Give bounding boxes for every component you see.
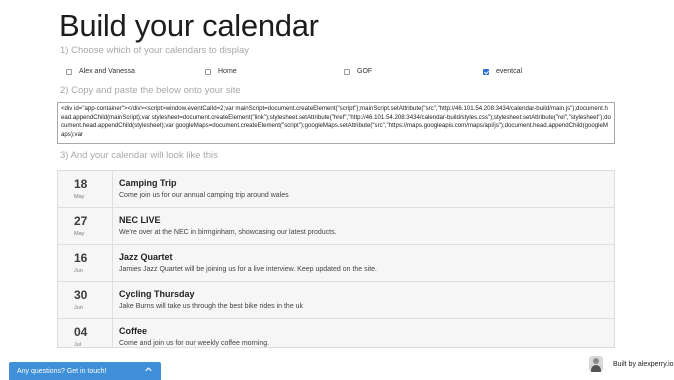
event-date: 04 Jul (58, 319, 113, 348)
event-date: 18 May (58, 171, 113, 207)
event-title: Cycling Thursday (119, 289, 195, 299)
event-info: Camping Trip Come join us for our annual… (113, 171, 289, 207)
event-date: 16 Jun (58, 245, 113, 281)
calendar-option-gof[interactable]: GOF (344, 68, 372, 75)
event-description: Jamies Jazz Quartet will be joining us f… (119, 266, 377, 273)
event-month: Jun (74, 305, 83, 311)
event-month: Jul (74, 342, 82, 348)
chevron-up-icon (145, 366, 152, 375)
step-copy-label: 2) Copy and paste the below onto your si… (60, 85, 241, 96)
checkbox-home[interactable] (205, 68, 211, 75)
event-title: NEC LIVE (119, 215, 161, 225)
embed-code-textarea[interactable]: <div id="app-container"></div><script>wi… (57, 102, 615, 144)
calendar-option-label: eventcal (496, 68, 523, 75)
event-month: Jun (74, 268, 83, 274)
checkbox-eventcal[interactable] (483, 68, 489, 75)
event-month: May (74, 194, 85, 200)
event-day: 27 (74, 214, 88, 228)
event-info: Cycling Thursday Jake Burns will take us… (113, 282, 303, 318)
checkbox-alex-and-vanessa[interactable] (66, 68, 72, 75)
calendar-option-label: Alex and Vanessa (79, 68, 135, 75)
author-credit-label: Built by alexperry.io (613, 360, 674, 368)
help-chat-button[interactable]: Any questions? Get in touch! (9, 362, 161, 380)
event-day: 16 (74, 251, 88, 265)
event-month: May (74, 231, 85, 237)
event-day: 18 (74, 177, 88, 191)
author-credit[interactable]: Built by alexperry.io (589, 356, 674, 372)
event-date: 30 Jun (58, 282, 113, 318)
calendar-option-eventcal[interactable]: eventcal (483, 68, 522, 75)
event-day: 30 (74, 288, 88, 302)
help-chat-label: Any questions? Get in touch! (17, 367, 107, 375)
avatar (589, 356, 603, 372)
step-choose-label: 1) Choose which of your calendars to dis… (60, 45, 250, 56)
event-description: Jake Burns will take us through the best… (119, 303, 304, 310)
event-row[interactable]: 18 May Camping Trip Come join us for our… (58, 171, 614, 208)
calendar-option-home[interactable]: Home (205, 68, 237, 75)
event-row[interactable]: 16 Jun Jazz Quartet Jamies Jazz Quartet … (58, 245, 614, 282)
calendar-preview: 18 May Camping Trip Come join us for our… (57, 170, 615, 348)
event-description: We're over at the NEC in birmginham, sho… (119, 229, 337, 236)
event-day: 04 (74, 325, 88, 339)
event-title: Jazz Quartet (119, 252, 173, 262)
calendar-option-label: Home (218, 68, 237, 75)
event-date: 27 May (58, 208, 113, 244)
step-preview-label: 3) And your calendar will look like this (60, 150, 218, 161)
event-row[interactable]: 30 Jun Cycling Thursday Jake Burns will … (58, 282, 614, 319)
event-row[interactable]: 27 May NEC LIVE We're over at the NEC in… (58, 208, 614, 245)
page-title: Build your calendar (59, 8, 319, 43)
event-title: Camping Trip (119, 178, 177, 188)
calendar-option-label: GOF (357, 68, 373, 75)
calendar-option-alex-and-vanessa[interactable]: Alex and Vanessa (66, 68, 135, 75)
event-info: NEC LIVE We're over at the NEC in birmgi… (113, 208, 337, 244)
event-description: Come and join us for our weekly coffee m… (119, 340, 270, 347)
event-description: Come join us for our annual camping trip… (119, 192, 289, 199)
checkbox-gof[interactable] (344, 68, 350, 75)
event-info: Jazz Quartet Jamies Jazz Quartet will be… (113, 245, 377, 281)
event-title: Coffee (119, 326, 148, 336)
event-info: Coffee Come and join us for our weekly c… (113, 319, 270, 347)
event-row[interactable]: 04 Jul Coffee Come and join us for our w… (58, 319, 614, 348)
